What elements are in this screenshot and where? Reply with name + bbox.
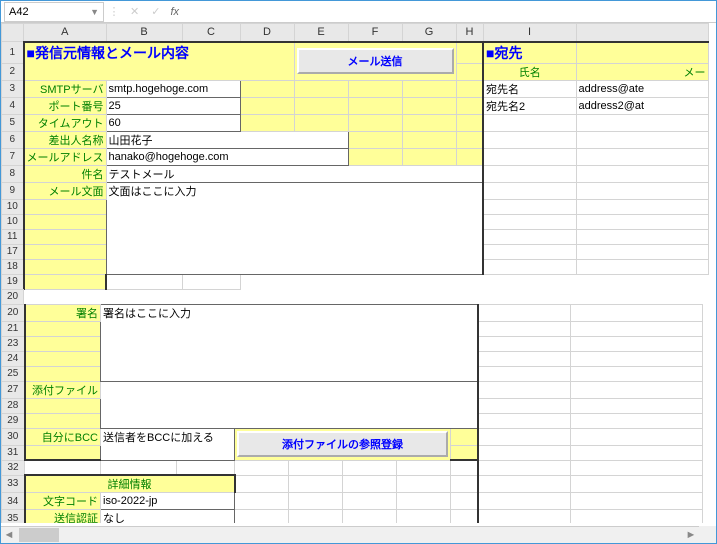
section-header-to[interactable]: ■宛先 — [483, 42, 576, 64]
label-port[interactable]: ポート番号 — [24, 97, 107, 114]
attach-ref-button[interactable]: 添付ファイルの参照登録 — [237, 431, 448, 457]
scroll-thumb[interactable] — [19, 528, 59, 542]
label-charset[interactable]: 文字コード — [25, 493, 101, 510]
row-header[interactable]: 25 — [2, 366, 25, 381]
select-all[interactable] — [2, 24, 24, 42]
cell-subject[interactable]: テストメール — [106, 165, 483, 182]
cell-charset[interactable]: iso-2022-jp — [101, 493, 235, 510]
col-header[interactable]: H — [456, 24, 483, 42]
row-header[interactable]: 32 — [2, 460, 25, 475]
cell-bcc[interactable]: 送信者をBCCに加える — [101, 428, 235, 460]
name-box[interactable]: A42 ▼ — [4, 2, 104, 22]
label-smtp[interactable]: SMTPサーバ — [24, 80, 107, 97]
cell-port[interactable]: 25 — [106, 97, 240, 114]
row-header[interactable]: 17 — [2, 244, 24, 259]
row-header[interactable]: 3 — [2, 80, 24, 97]
label-attach[interactable]: 添付ファイル — [25, 381, 101, 398]
col-header[interactable]: C — [182, 24, 240, 42]
row-header[interactable]: 10 — [2, 199, 24, 214]
row-header[interactable]: 35 — [2, 510, 25, 524]
cell-to-addr[interactable]: address@ate — [576, 80, 708, 97]
row-header[interactable]: 8 — [2, 165, 24, 182]
row-header[interactable]: 19 — [2, 274, 24, 289]
col-header[interactable]: D — [240, 24, 294, 42]
col-header[interactable]: A — [24, 24, 107, 42]
col-header[interactable]: F — [348, 24, 402, 42]
separator: ⋮ — [104, 5, 124, 18]
row-header[interactable]: 29 — [2, 413, 25, 428]
row-header[interactable]: 28 — [2, 398, 25, 413]
horizontal-scrollbar[interactable]: ◄ ► — [1, 526, 699, 543]
row-header[interactable]: 4 — [2, 97, 24, 114]
name-box-dropdown-icon[interactable]: ▼ — [90, 7, 99, 17]
row-header[interactable]: 1 — [2, 42, 24, 64]
grid-lower: 20 署名 署名はここに入力 21 23 24 25 27 添付ファイル 28 … — [1, 304, 703, 524]
col-header[interactable]: I — [483, 24, 576, 42]
row-header[interactable]: 34 — [2, 493, 25, 510]
row-header[interactable]: 18 — [2, 259, 24, 274]
label-fromaddr[interactable]: メールアドレス — [24, 148, 107, 165]
cell-auth[interactable]: なし — [101, 510, 235, 524]
col-header[interactable]: G — [402, 24, 456, 42]
label-sign[interactable]: 署名 — [25, 304, 101, 321]
cell-timeout[interactable]: 60 — [106, 114, 240, 131]
row-header[interactable]: 30 — [2, 428, 25, 445]
section-header[interactable]: ■発信元情報とメール内容 — [24, 42, 295, 81]
label-auth[interactable]: 送信認証 — [25, 510, 101, 524]
row-header[interactable]: 24 — [2, 351, 25, 366]
cancel-icon[interactable]: ✕ — [124, 5, 145, 18]
scroll-right-icon[interactable]: ► — [683, 529, 699, 541]
row-header[interactable]: 20 — [2, 289, 24, 304]
label-bcc[interactable]: 自分にBCC — [25, 428, 101, 445]
cell-fromaddr[interactable]: hanako@hogehoge.com — [106, 148, 348, 165]
label-name[interactable]: 氏名 — [483, 63, 576, 80]
cell-attach[interactable] — [101, 381, 478, 428]
cell-smtp[interactable]: smtp.hogehoge.com — [106, 80, 240, 97]
col-header[interactable]: B — [106, 24, 182, 42]
cell-to-addr[interactable]: address2@at — [576, 97, 708, 114]
name-box-value: A42 — [9, 6, 29, 18]
detail-header[interactable]: 詳細情報 — [25, 475, 235, 493]
row-header[interactable]: 20 — [2, 304, 25, 321]
grid: A B C D E F G H I 1 ■発信元情報とメール内容 メール送信 ■… — [1, 23, 709, 290]
label-timeout[interactable]: タイムアウト — [24, 114, 107, 131]
row-header[interactable]: 23 — [2, 336, 25, 351]
row-header[interactable]: 2 — [2, 63, 24, 80]
row-header[interactable]: 9 — [2, 182, 24, 199]
cell-sign[interactable]: 署名はここに入力 — [101, 304, 478, 381]
cell-body[interactable]: 文面はここに入力 — [106, 182, 483, 274]
label-mail[interactable]: メー — [576, 63, 708, 80]
label-fromname[interactable]: 差出人名称 — [24, 131, 107, 148]
label-body[interactable]: メール文面 — [24, 182, 107, 199]
scroll-left-icon[interactable]: ◄ — [1, 529, 17, 541]
cell-to-name[interactable]: 宛先名 — [483, 80, 576, 97]
row-header[interactable]: 31 — [2, 445, 25, 460]
row-header[interactable]: 21 — [2, 321, 25, 336]
label-subject[interactable]: 件名 — [24, 165, 107, 182]
row-header[interactable]: 33 — [2, 475, 25, 493]
fx-icon[interactable]: fx — [166, 6, 183, 18]
col-header[interactable]: E — [294, 24, 348, 42]
grid-signature: 20 — [1, 289, 24, 305]
row-header[interactable]: 10 — [2, 214, 24, 229]
row-header[interactable]: 27 — [2, 381, 25, 398]
row-header[interactable]: 7 — [2, 148, 24, 165]
cell-fromname[interactable]: 山田花子 — [106, 131, 348, 148]
formula-bar: A42 ▼ ⋮ ✕ ✓ fx — [1, 1, 716, 23]
row-header[interactable]: 11 — [2, 229, 24, 244]
row-header[interactable]: 6 — [2, 131, 24, 148]
col-header[interactable] — [576, 24, 708, 42]
spreadsheet[interactable]: A B C D E F G H I 1 ■発信元情報とメール内容 メール送信 ■… — [1, 23, 716, 523]
row-header[interactable]: 5 — [2, 114, 24, 131]
send-mail-button[interactable]: メール送信 — [297, 48, 454, 74]
scroll-corner — [699, 526, 716, 543]
cell-to-name[interactable]: 宛先名2 — [483, 97, 576, 114]
enter-icon[interactable]: ✓ — [145, 5, 166, 18]
